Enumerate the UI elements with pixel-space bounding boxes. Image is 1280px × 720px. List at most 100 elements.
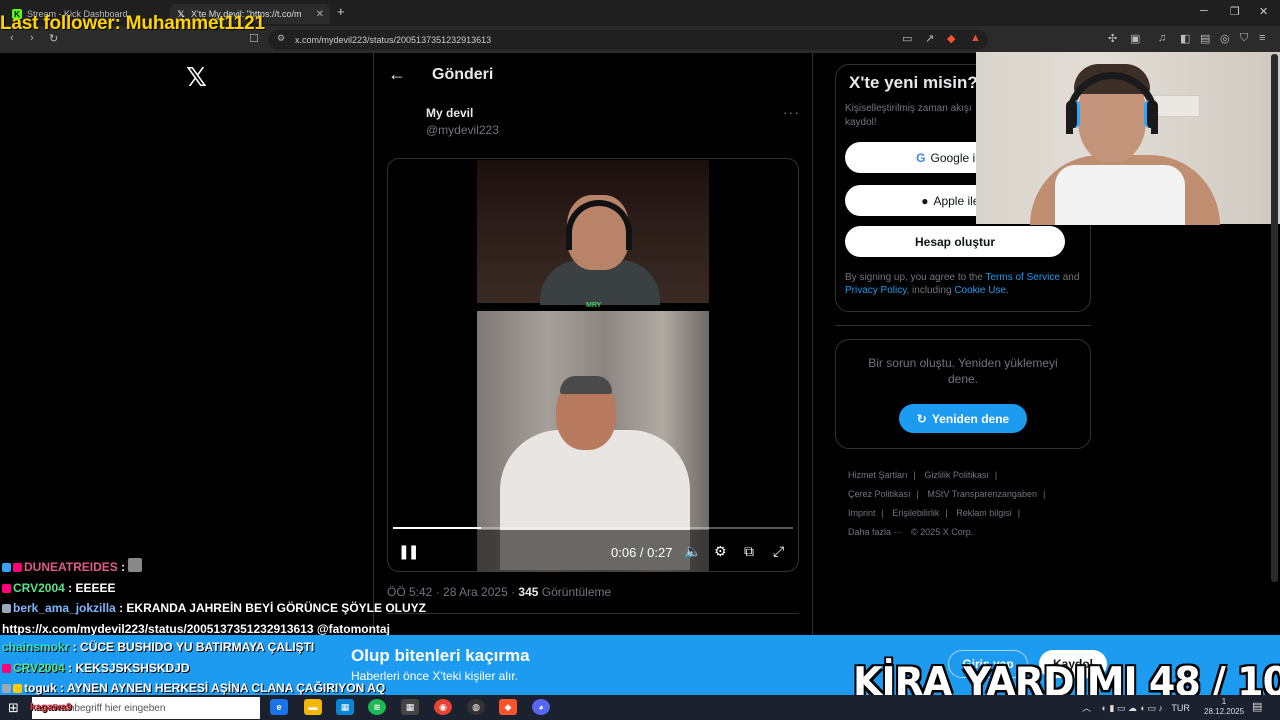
chat-text: :: [117, 560, 129, 574]
more-options-icon[interactable]: ···: [783, 104, 800, 120]
footer-link-imprint[interactable]: Imprint: [848, 508, 876, 518]
minimize-button[interactable]: ─: [1200, 5, 1208, 17]
video-man-hair: [560, 376, 612, 394]
banner-subtitle: Haberleri önce X'teki kişiler alır.: [351, 669, 519, 683]
clock-time: 1: [1221, 697, 1227, 706]
signup-title: X'te yeni misin?: [849, 73, 978, 92]
chat-user: chainsmokr: [2, 640, 70, 654]
chat-text: : EEEEE: [64, 580, 116, 595]
headphone-cup-left: [1066, 100, 1080, 128]
video-progress-fill: [393, 527, 481, 529]
settings-icon[interactable]: ⚙: [714, 543, 727, 560]
url-text[interactable]: x.com/mydevil223/status/2005137351232913…: [295, 35, 491, 45]
tray-chevron-icon[interactable]: ︿: [1082, 703, 1091, 713]
brave-rewards-icon[interactable]: ▲: [970, 32, 981, 44]
chat-message: berk_ama_jokzilla : EKRANDA JAHREİN BEYİ…: [2, 598, 522, 619]
volume-icon[interactable]: 🔈: [684, 543, 701, 560]
chat-message: CRV2004 : EEEEE: [2, 578, 522, 599]
vpn-icon[interactable]: ◎: [1220, 32, 1230, 45]
fullscreen-icon[interactable]: ⤢: [773, 543, 784, 560]
chat-text: https://x.com/mydevil223/status/20051373…: [2, 621, 390, 636]
spotify-icon[interactable]: ≋: [368, 699, 386, 715]
chat-user-overlay: kagawa9: [30, 702, 72, 713]
create-account-button[interactable]: Hesap oluştur: [845, 226, 1065, 257]
wallet-icon[interactable]: ▤: [1200, 32, 1210, 45]
video-watermark: MRY: [586, 302, 602, 309]
chat-user: berk_ama_jokzilla: [13, 601, 116, 615]
badge-icon: [2, 684, 11, 693]
footer-link-tos[interactable]: Hizmet Şartları: [848, 470, 908, 480]
clock[interactable]: 1 28.12.2025: [1204, 697, 1244, 717]
tab-close-icon[interactable]: ✕: [316, 9, 324, 20]
footer-copyright: © 2025 X Corp.: [911, 527, 974, 537]
page-title: Gönderi: [432, 66, 494, 83]
notification-icon[interactable]: ▤: [1252, 700, 1262, 713]
language-indicator[interactable]: TUR: [1171, 703, 1190, 713]
close-window-button[interactable]: ✕: [1259, 5, 1268, 18]
signup-subtitle: Kişiselleştirilmiş zaman akışı kaydol!: [845, 103, 972, 128]
google-icon: G: [916, 150, 926, 165]
media-icon[interactable]: ♫: [1158, 32, 1166, 44]
footer-link-accessibility[interactable]: Erişilebilirlik: [892, 508, 939, 518]
back-arrow-icon[interactable]: ←: [388, 64, 406, 85]
chat-user: DUNEATREIDES: [24, 560, 118, 574]
menu-icon[interactable]: ≡: [1259, 32, 1265, 44]
footer-link-cookie[interactable]: Çerez Politikası: [848, 489, 911, 499]
store-icon[interactable]: ▦: [336, 699, 354, 715]
headphone-cup-right: [1144, 100, 1158, 128]
video-time: 0:06 / 0:27: [611, 545, 673, 560]
view-label: Görüntüleme: [538, 585, 612, 599]
chrome-icon[interactable]: ◉: [434, 699, 452, 715]
chat-user: CRV2004: [13, 580, 65, 595]
divider: [835, 325, 1091, 326]
avatar[interactable]: [388, 108, 418, 138]
last-follower-overlay: Last follower: Muhammet1121: [0, 13, 265, 34]
author-handle[interactable]: @mydevil223: [426, 123, 499, 137]
brave-shield-icon[interactable]: ◆: [947, 32, 955, 45]
author-name[interactable]: My devil: [426, 106, 473, 120]
share-icon[interactable]: ↗: [925, 32, 934, 45]
x-logo-icon[interactable]: 𝕏: [186, 62, 207, 93]
privacy-link[interactable]: Privacy Policy: [845, 285, 907, 296]
terms-link[interactable]: Terms of Service: [985, 272, 1059, 283]
tray-icons[interactable]: ◐ ▮ ▭ ☁ ◖ ▭ ♪: [1102, 703, 1163, 713]
obs-icon[interactable]: ◍: [467, 699, 485, 715]
badge-icon: [2, 563, 11, 572]
chat-text: : CÜCE BUSHIDO YU BATIRMAYA ÇALIŞTI: [69, 640, 315, 654]
chat-text: : EKRANDA JAHREİN BEYİ GÖRÜNCE ŞÖYLE OLU…: [115, 601, 426, 615]
footer-link-more[interactable]: Daha fazla ···: [848, 527, 903, 537]
retry-label: Yeniden dene: [931, 411, 1010, 426]
terms-text: and: [1059, 272, 1080, 283]
footer-link-ads[interactable]: Reklam bilgisi: [956, 508, 1012, 518]
start-icon[interactable]: ⊞: [8, 700, 19, 716]
calculator-icon[interactable]: ▦: [401, 699, 419, 715]
cookie-link[interactable]: Cookie Use: [954, 285, 1006, 296]
badge-icon: [13, 563, 22, 572]
picture-in-picture-icon[interactable]: ⧉: [744, 543, 754, 560]
retry-button[interactable]: ↻ Yeniden dene: [899, 404, 1027, 433]
sidebar-icon[interactable]: ◧: [1180, 32, 1190, 45]
refresh-icon: ↻: [916, 411, 927, 426]
new-tab-button[interactable]: +: [337, 4, 345, 19]
tab-search-icon[interactable]: ▣: [1130, 32, 1140, 45]
cast-icon[interactable]: ▭: [902, 32, 912, 45]
clock-date: 28.12.2025: [1204, 707, 1245, 716]
emote-icon: [128, 558, 143, 572]
chat-text: : AYNEN AYNEN HERKESİ AŞİNA CLANA ÇAĞIRI…: [56, 681, 386, 695]
footer-link-mstv[interactable]: MStV Transparenzangaben: [927, 489, 1037, 499]
explorer-icon[interactable]: ▬: [304, 699, 322, 715]
extensions-icon[interactable]: ✣: [1108, 32, 1117, 45]
chat-message: DUNEATREIDES :: [2, 557, 522, 578]
page-scrollbar[interactable]: [1271, 54, 1278, 582]
webcam-tank-top: [1055, 165, 1185, 225]
banner-title: Olup bitenleri kaçırma: [351, 646, 530, 665]
shield-icon[interactable]: ⛉: [1240, 32, 1248, 45]
terms-text: .: [1006, 285, 1009, 296]
maximize-button[interactable]: ❐: [1230, 5, 1240, 18]
brave-icon[interactable]: ◆: [499, 699, 517, 715]
system-tray[interactable]: ︿ ◐ ▮ ▭ ☁ ◖ ▭ ♪ TUR: [1082, 701, 1190, 714]
badge-icon: [2, 604, 11, 613]
edge-icon[interactable]: e: [270, 699, 288, 715]
discord-icon[interactable]: ◕: [532, 699, 550, 715]
footer-link-privacy[interactable]: Gizlilik Politikası: [924, 470, 989, 480]
